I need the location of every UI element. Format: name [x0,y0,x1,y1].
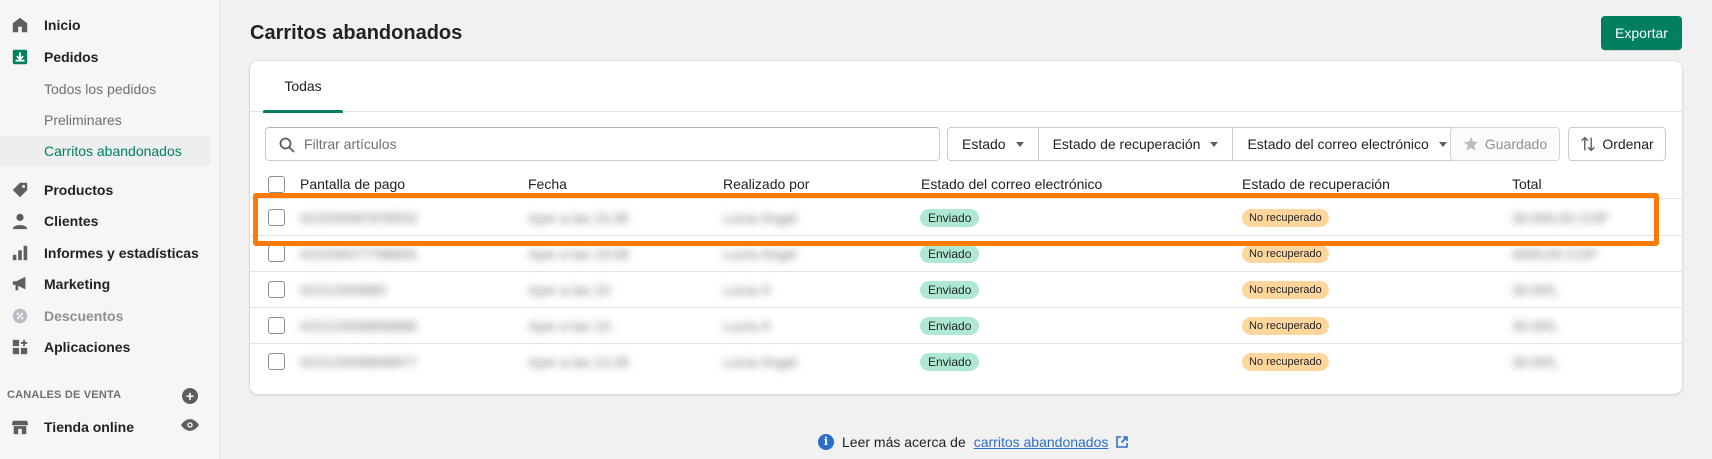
customer-name: Lucía Ángel [723,210,797,226]
tab-todas[interactable]: Todas [263,61,343,113]
row-checkbox[interactable] [268,245,285,262]
filter-estado-button[interactable]: Estado [948,128,1039,160]
recovery-status-badge: No recuperado [1242,353,1329,371]
person-icon [12,213,28,230]
sidebar-item-descuentos[interactable]: Descuentos [0,301,211,331]
customer-name: Lucía Á [723,282,771,298]
sort-button[interactable]: Ordenar [1568,127,1666,161]
recovery-status-badge: No recuperado [1242,281,1329,299]
table-header: Pantalla de pago Fecha Realizado por Est… [250,169,1682,199]
abandoned-carts-card: Todas Estado Estado de recuperación Esta… [250,61,1682,394]
add-sales-channel-icon[interactable]: + [182,388,198,404]
checkout-id[interactable]: #22123008808877 [300,354,417,370]
row-checkbox[interactable] [268,281,285,298]
row-checkbox[interactable] [268,353,285,370]
sidebar-item-marketing[interactable]: Marketing [0,269,211,299]
customer-name: Lucía Ángel [723,246,797,262]
table-row[interactable]: #2212300880 Ayer a las 10: Lucía Á Envia… [250,272,1682,308]
sidebar-subitem-preliminares[interactable]: Preliminares [0,105,211,135]
checkout-id[interactable]: #22204087878553 [300,210,417,226]
table-row[interactable]: #22123008808888 Ayer a las 10: Lucía Á E… [250,308,1682,344]
search-box [265,127,940,161]
customer-name: Lucía Ángel [723,354,797,370]
sidebar: Inicio Pedidos Todos los pedidos Prelimi… [0,0,220,459]
search-input[interactable] [304,134,924,154]
caret-down-icon [1015,141,1024,147]
email-status-badge: Enviado [920,209,980,227]
star-icon [1463,136,1479,151]
row-checkbox[interactable] [268,209,285,226]
store-icon [11,420,29,435]
cart-date: Ayer a las 10: [528,318,614,334]
bar-chart-icon [12,245,28,261]
tab-active-indicator [263,110,343,113]
cart-date: Ayer a las 15:06 [528,246,629,262]
email-status-badge: Enviado [920,281,980,299]
recovery-status-badge: No recuperado [1242,317,1329,335]
col-header-email-status[interactable]: Estado del correo electrónico [921,176,1102,192]
sidebar-subitem-todos-los-pedidos[interactable]: Todos los pedidos [0,74,211,104]
cart-date: Ayer a las 12:28 [528,354,629,370]
sidebar-item-tienda-online[interactable]: Tienda online [0,412,211,442]
tag-icon [12,182,28,198]
caret-down-icon [1438,141,1447,147]
checkout-id[interactable]: #22204077788655 [300,246,417,262]
cart-date: Ayer a las 10: [528,282,614,298]
sidebar-subitem-carritos-abandonados[interactable]: Carritos abandonados [0,136,211,166]
col-header-recovery-status[interactable]: Estado de recuperación [1242,176,1390,192]
sort-arrows-icon [1581,136,1596,152]
select-all-checkbox[interactable] [268,176,285,193]
cart-date: Ayer a las 15:35 [528,210,629,226]
saved-button[interactable]: Guardado [1450,127,1560,161]
table-row[interactable]: #22204077788655 Ayer a las 15:06 Lucía Á… [250,236,1682,272]
abandoned-carts-help-link[interactable]: carritos abandonados [974,434,1109,450]
table-row[interactable]: #22204087878553 Ayer a las 15:35 Lucía Á… [250,200,1682,236]
customer-name: Lucía Á [723,318,771,334]
caret-down-icon [1210,141,1219,147]
sidebar-item-informes[interactable]: Informes y estadísticas [0,238,211,268]
sidebar-item-pedidos[interactable]: Pedidos [0,42,211,72]
info-icon: i [818,434,834,450]
cart-total: 30.000,00 COP [1512,210,1609,226]
filter-estado-correo-button[interactable]: Estado del correo electrónico [1233,128,1461,160]
col-header-date[interactable]: Fecha [528,176,567,192]
eye-icon[interactable] [181,419,199,431]
email-status-badge: Enviado [920,353,980,371]
tabs-bar: Todas [250,61,1682,113]
orders-icon [12,49,28,65]
sidebar-item-aplicaciones[interactable]: Aplicaciones [0,332,211,362]
recovery-status-badge: No recuperado [1242,209,1329,227]
cart-total: 4000,00 COP [1512,246,1597,262]
col-header-customer[interactable]: Realizado por [723,176,809,192]
page-title: Carritos abandonados [250,22,463,44]
search-icon [279,137,295,153]
discount-icon [12,308,28,324]
megaphone-icon [12,276,26,291]
filter-group: Estado Estado de recuperación Estado del… [947,127,1462,161]
col-header-checkout[interactable]: Pantalla de pago [300,176,405,192]
sales-channels-title: CANALES DE VENTA [7,389,122,401]
cart-total: 30.000, [1512,282,1559,298]
col-header-total[interactable]: Total [1512,176,1542,192]
row-checkbox[interactable] [268,317,285,334]
recovery-status-badge: No recuperado [1242,245,1329,263]
checkout-id[interactable]: #22123008808888 [300,318,417,334]
sidebar-item-productos[interactable]: Productos [0,175,211,205]
cart-total: 30.000, [1512,318,1559,334]
table-row[interactable]: #22123008808877 Ayer a las 12:28 Lucía Á… [250,344,1682,380]
export-button[interactable]: Exportar [1601,16,1682,50]
sidebar-item-clientes[interactable]: Clientes [0,206,211,236]
external-link-icon [1116,436,1129,448]
email-status-badge: Enviado [920,245,980,263]
home-icon [12,17,28,33]
checkout-id[interactable]: #2212300880 [300,282,386,298]
sidebar-item-inicio[interactable]: Inicio [0,10,211,40]
filter-estado-recuperacion-button[interactable]: Estado de recuperación [1038,128,1234,160]
email-status-badge: Enviado [920,317,980,335]
apps-icon [12,339,28,355]
footer-help: i Leer más acerca de carritos abandonado… [818,434,1129,450]
cart-total: 30.000, [1512,354,1559,370]
